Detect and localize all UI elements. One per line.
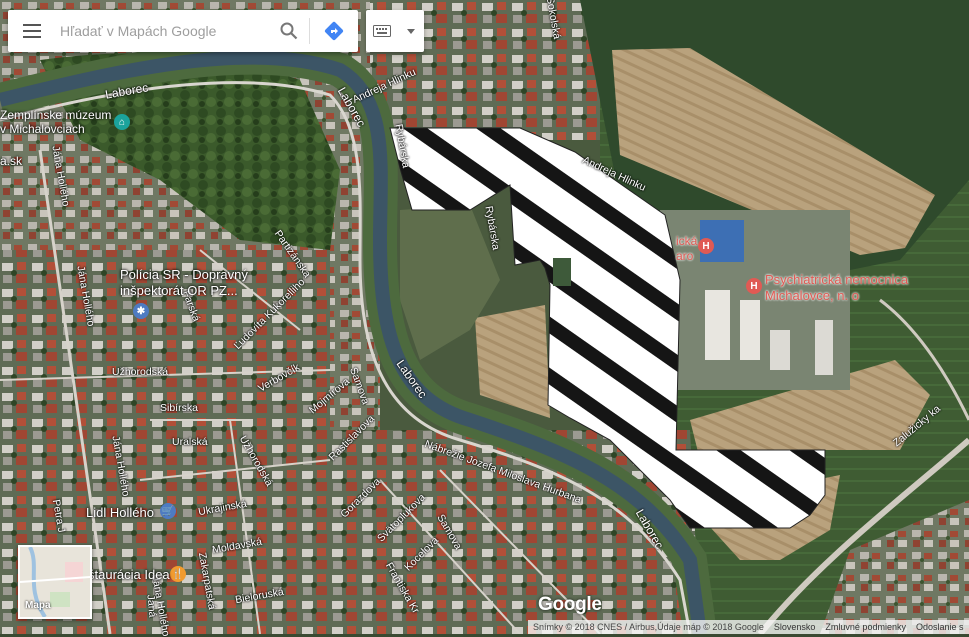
keyboard-icon	[373, 25, 391, 37]
menu-button[interactable]	[8, 10, 56, 52]
caret-down-icon	[407, 28, 415, 34]
directions-button[interactable]	[310, 10, 358, 52]
country-link[interactable]: Slovensko	[769, 622, 821, 632]
street-label: Janá	[144, 594, 159, 618]
input-tools-dropdown[interactable]	[398, 10, 424, 52]
hospital-label[interactable]: Psychiatrická nemocnica Michalovce, n. o	[765, 272, 908, 304]
hospital-small-label[interactable]: ická aro	[676, 234, 697, 264]
lidl-label[interactable]: Lidl Hollého	[86, 506, 154, 520]
hospital-small-icon[interactable]: H	[698, 238, 714, 254]
museum-icon[interactable]: ⌂	[114, 114, 130, 130]
restaurant-label[interactable]: štaurácia Idea	[88, 568, 170, 582]
search-input[interactable]	[56, 11, 269, 51]
police-label[interactable]: Polícia SR - Dopravný inšpektorát OR PZ.…	[120, 267, 248, 299]
street-label: Sibírska	[160, 402, 198, 414]
map-type-toggle[interactable]: Mapa	[18, 545, 92, 619]
terms-link[interactable]: Zmluvné podmienky	[820, 622, 911, 632]
map-type-label: Mapa	[25, 600, 51, 611]
search-button[interactable]	[269, 10, 309, 52]
attribution-bar: Snímky © 2018 CNES / Airbus,Údaje máp © …	[528, 620, 969, 634]
input-tools	[366, 10, 424, 52]
police-icon[interactable]: ✱	[133, 303, 149, 319]
feedback-link[interactable]: Odoslanie s	[911, 622, 969, 632]
museum-label[interactable]: Zemplínske múzeum v Michalovciach	[0, 108, 111, 136]
shopping-cart-icon[interactable]: 🛒	[160, 503, 176, 519]
google-logo: Google	[538, 594, 602, 615]
street-label: Uralská	[172, 436, 208, 448]
imagery-attribution: Snímky © 2018 CNES / Airbus,Údaje máp © …	[533, 622, 764, 632]
search-box	[8, 10, 358, 52]
web-label: a.sk	[0, 154, 23, 168]
restaurant-icon[interactable]: 🍴	[170, 566, 186, 582]
hamburger-menu-icon	[23, 24, 41, 38]
street-label: Užhorodská	[112, 366, 169, 378]
hospital-icon[interactable]: H	[746, 278, 762, 294]
magnifier-search-icon	[280, 22, 298, 40]
keyboard-button[interactable]	[366, 10, 398, 52]
directions-diamond-icon	[324, 21, 344, 41]
